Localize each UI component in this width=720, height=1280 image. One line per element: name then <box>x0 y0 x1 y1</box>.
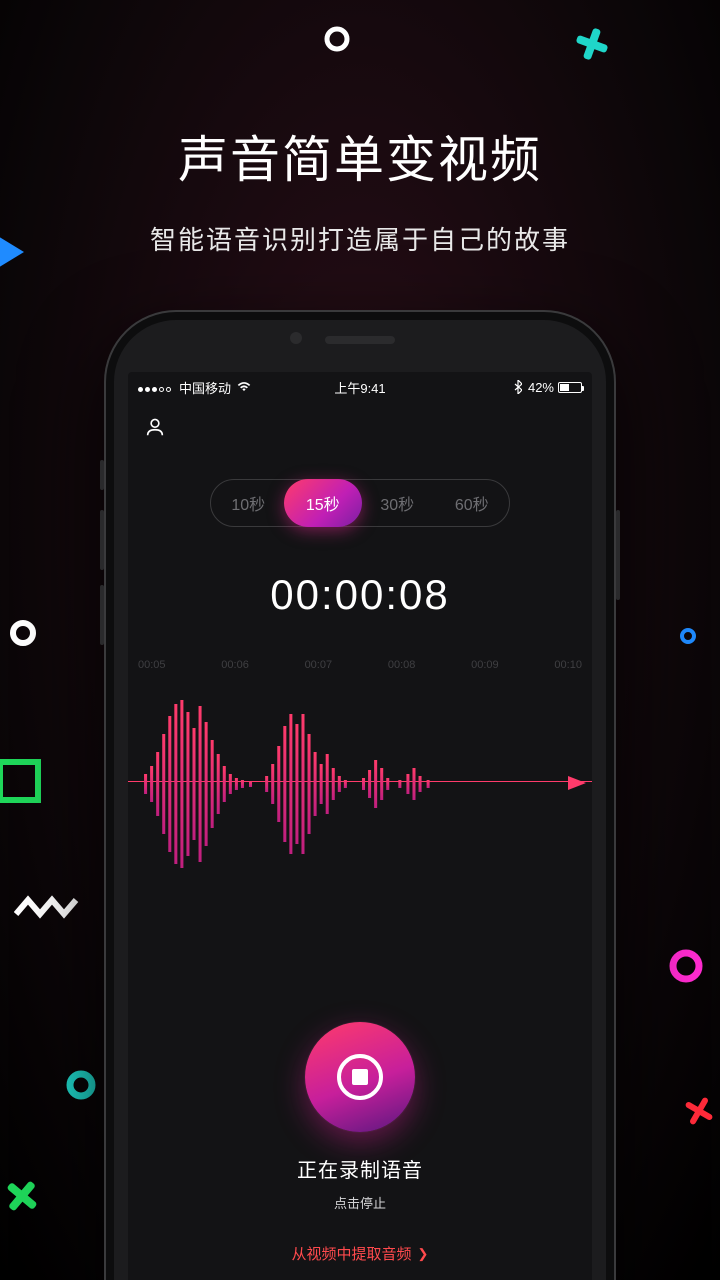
tick-label: 00:05 <box>138 659 166 671</box>
waveform-area: 00:05 00:06 00:07 00:08 00:09 00:10 <box>128 659 592 879</box>
playhead-arrow-icon <box>568 776 586 795</box>
hero-subtitle: 智能语音识别打造属于自己的故事 <box>0 220 720 257</box>
phone-side-button <box>100 460 104 490</box>
phone-side-button <box>616 510 620 600</box>
duration-selector: 10秒 15秒 30秒 60秒 <box>210 479 510 527</box>
recording-hint: 点击停止 <box>128 1193 592 1212</box>
recording-state-label: 正在录制语音 <box>128 1154 592 1183</box>
profile-icon[interactable] <box>144 416 166 438</box>
battery-pct: 42% <box>528 380 554 395</box>
deco-plus-green-icon <box>0 1168 50 1224</box>
chevron-right-icon: ❯ <box>418 1246 429 1262</box>
deco-w-icon <box>8 618 38 648</box>
record-stop-button[interactable] <box>305 1022 415 1132</box>
status-time: 上午9:41 <box>334 378 385 397</box>
deco-plus-teal-icon <box>572 24 612 64</box>
extract-audio-label: 从视频中提取音频 <box>292 1243 412 1264</box>
tick-label: 00:09 <box>471 659 499 671</box>
carrier-label: 中国移动 <box>179 378 231 397</box>
phone-side-button <box>100 510 104 570</box>
phone-mockup: 中国移动 上午9:41 42% 10秒 15秒 30秒 60秒 00:00:08 <box>104 310 616 1280</box>
deco-square-green-icon <box>0 756 44 806</box>
tick-label: 00:06 <box>221 659 249 671</box>
duration-option-15s[interactable]: 15秒 <box>286 491 361 515</box>
deco-plus-red-icon <box>676 1088 720 1134</box>
timeline-ticks: 00:05 00:06 00:07 00:08 00:09 00:10 <box>128 659 592 671</box>
battery-icon <box>558 382 582 393</box>
wifi-icon <box>237 382 251 392</box>
deco-ring-blue-icon <box>678 626 698 646</box>
hero-title: 声音简单变视频 <box>0 120 720 192</box>
status-bar: 中国移动 上午9:41 42% <box>128 372 592 402</box>
signal-dots-icon <box>138 380 173 395</box>
stop-icon <box>337 1054 383 1100</box>
app-screen: 中国移动 上午9:41 42% 10秒 15秒 30秒 60秒 00:00:08 <box>128 372 592 1280</box>
tick-label: 00:10 <box>554 659 582 671</box>
deco-ring-magenta-icon <box>666 946 706 986</box>
duration-option-30s[interactable]: 30秒 <box>360 491 435 515</box>
duration-option-10s[interactable]: 10秒 <box>211 491 286 515</box>
record-controls: 正在录制语音 点击停止 <box>128 1022 592 1212</box>
tick-label: 00:08 <box>388 659 416 671</box>
phone-side-button <box>100 585 104 645</box>
bluetooth-icon <box>514 380 522 394</box>
deco-ring-teal-bl-icon <box>64 1068 98 1102</box>
top-bar <box>128 402 592 443</box>
deco-ring-top-icon <box>322 24 352 54</box>
battery-indicator: 42% <box>528 380 582 395</box>
waveform-icon <box>138 689 582 879</box>
extract-audio-link[interactable]: 从视频中提取音频 ❯ <box>292 1243 429 1264</box>
recording-timer: 00:00:08 <box>128 571 592 619</box>
tick-label: 00:07 <box>305 659 333 671</box>
deco-zigzag-icon <box>14 894 84 924</box>
duration-option-60s[interactable]: 60秒 <box>435 491 510 515</box>
